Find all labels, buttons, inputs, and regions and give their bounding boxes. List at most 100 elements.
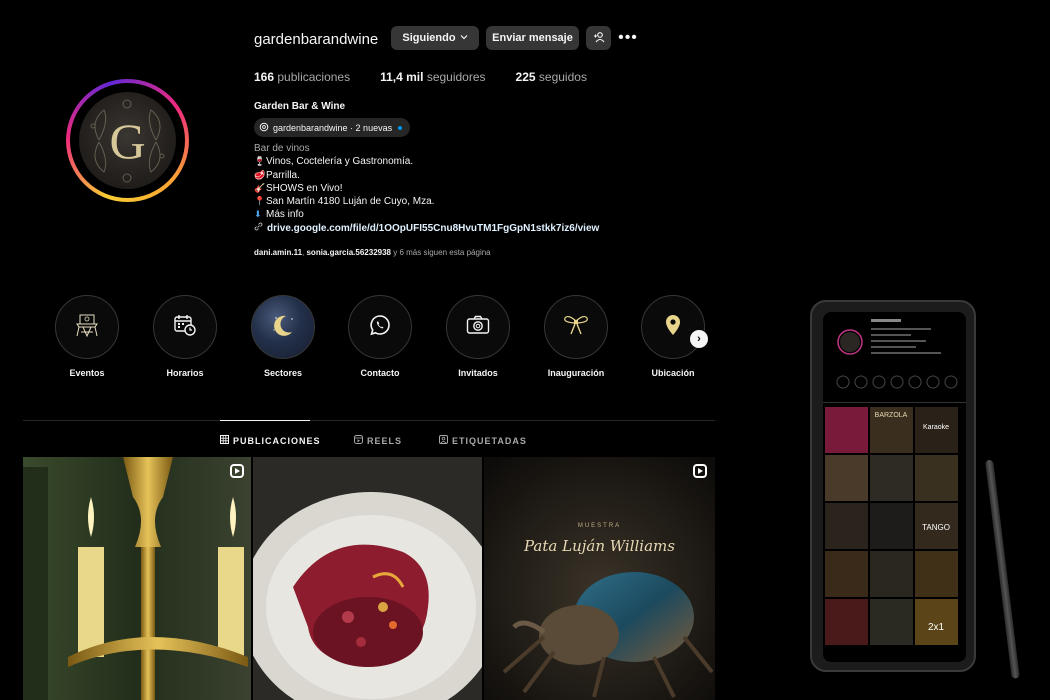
down-arrow-icon: ⬇ xyxy=(254,209,262,220)
highlight-label: Invitados xyxy=(458,368,498,378)
event-ticket-icon xyxy=(73,312,101,343)
suggest-users-button[interactable] xyxy=(586,26,611,50)
post-title: Pata Luján Williams xyxy=(524,537,675,555)
bio-line-text: San Martín 4180 Luján de Cuyo, Mza. xyxy=(266,196,435,208)
profile-username: gardenbarandwine xyxy=(254,31,379,48)
mutual-follower[interactable]: sonia.garcia.56232938 xyxy=(306,248,391,257)
highlight-cover xyxy=(544,295,608,359)
reels-icon xyxy=(354,435,363,446)
svg-text:Karaoke: Karaoke xyxy=(923,424,949,431)
highlight-label: Contacto xyxy=(360,368,400,378)
more-options-icon[interactable]: ••• xyxy=(618,28,637,48)
highlight-sectores[interactable]: Sectores xyxy=(250,295,316,378)
bio-line: 🥩Parrilla. xyxy=(254,169,434,182)
phone-screen: BARZOLA Karaoke TANGO 2x1 xyxy=(823,312,966,662)
bio-line-text: Parrilla. xyxy=(266,169,300,181)
tab-posts[interactable]: PUBLICACIONES xyxy=(220,435,321,446)
profile-full-name: Garden Bar & Wine xyxy=(254,101,346,112)
moon-icon xyxy=(268,310,298,345)
tab-reels[interactable]: REELS xyxy=(354,435,402,446)
tagged-user-icon xyxy=(439,435,448,446)
highlight-cover xyxy=(55,295,119,359)
posts-stat[interactable]: 166 publicaciones xyxy=(254,70,350,84)
threads-badge-label: gardenbarandwine · 2 nuevas xyxy=(273,122,393,133)
whatsapp-icon xyxy=(369,314,391,341)
highlight-invitados[interactable]: Invitados xyxy=(445,295,511,378)
calendar-clock-icon xyxy=(173,313,197,342)
active-tab-indicator xyxy=(220,420,310,421)
highlight-inauguracion[interactable]: Inauguración xyxy=(543,295,609,378)
svg-text:2x1: 2x1 xyxy=(928,622,945,633)
chevron-down-icon xyxy=(460,32,468,44)
following-count: 225 xyxy=(515,70,536,84)
camera-icon xyxy=(466,315,490,340)
posts-count: 166 xyxy=(254,70,275,84)
phone-mockup: BARZOLA Karaoke TANGO 2x1 xyxy=(810,300,976,672)
bio-line: 🍷Vinos, Coctelería y Gastronomía. xyxy=(254,155,434,168)
tabs-divider xyxy=(23,420,715,421)
highlight-label: Ubicación xyxy=(651,368,695,378)
chevron-right-icon[interactable]: › xyxy=(690,330,708,348)
profile-stats: 166 publicaciones 11,4 mil seguidores 22… xyxy=(254,70,617,84)
tab-posts-label: PUBLICACIONES xyxy=(233,435,321,446)
followers-stat[interactable]: 11,4 mil seguidores xyxy=(380,70,485,84)
avatar-logo-letter: G xyxy=(109,112,146,169)
candelabra-photo xyxy=(23,457,251,700)
stylus-pen xyxy=(985,459,1020,679)
bio-link-text: drive.google.com/file/d/1OOpUFI55Cnu8Hvu… xyxy=(267,222,600,234)
following-button-label: Siguiendo xyxy=(402,32,456,44)
phone-screen-preview: BARZOLA Karaoke TANGO 2x1 xyxy=(823,319,966,645)
highlight-label: Eventos xyxy=(69,368,105,378)
bio-line-text: Más info xyxy=(266,209,304,221)
bio-link[interactable]: drive.google.com/file/d/1OOpUFI55Cnu8Hvu… xyxy=(254,222,599,234)
dish-photo xyxy=(253,457,482,700)
highlight-cover xyxy=(153,295,217,359)
guitar-icon: 🎸 xyxy=(254,182,266,193)
threads-icon xyxy=(259,122,269,134)
highlight-contacto[interactable]: Contacto xyxy=(347,295,413,378)
svg-text:TANGO: TANGO xyxy=(922,523,950,532)
new-indicator-dot xyxy=(398,125,403,130)
bio-line-text: Vinos, Coctelería y Gastronomía. xyxy=(266,156,414,168)
add-user-icon xyxy=(593,31,605,46)
highlight-label: Sectores xyxy=(263,368,303,378)
highlight-horarios[interactable]: Horarios xyxy=(152,295,218,378)
post-thumbnail[interactable] xyxy=(23,457,251,700)
tab-reels-label: REELS xyxy=(367,435,403,446)
threads-badge[interactable]: gardenbarandwine · 2 nuevas xyxy=(254,118,411,137)
followers-label: seguidores xyxy=(426,70,486,84)
wine-glass-icon: 🍷 xyxy=(254,156,266,167)
bio-category: Bar de vinos xyxy=(254,143,310,154)
location-pin-icon xyxy=(665,314,681,341)
pushpin-icon: 📍 xyxy=(254,196,266,207)
following-button[interactable]: Siguiendo xyxy=(391,26,479,50)
following-stat[interactable]: 225 seguidos xyxy=(516,70,587,84)
highlight-label: Horarios xyxy=(166,368,204,378)
ribbon-icon xyxy=(562,314,590,341)
bio-line: ⬇ Más info xyxy=(254,208,434,221)
tab-tagged[interactable]: ETIQUETADAS xyxy=(439,435,527,446)
highlight-eventos[interactable]: Eventos xyxy=(54,295,120,378)
avatar[interactable]: G xyxy=(79,92,176,189)
highlight-label: Inauguración xyxy=(547,368,605,378)
tab-tagged-label: ETIQUETADAS xyxy=(452,435,527,446)
highlight-cover xyxy=(348,295,412,359)
bio-line-text: SHOWS en Vivo! xyxy=(266,182,343,194)
send-message-button[interactable]: Enviar mensaje xyxy=(486,26,579,50)
mutual-follower[interactable]: dani.amin.11 xyxy=(254,248,302,257)
post-thumbnail[interactable]: MUESTRA Pata Luján Williams xyxy=(484,457,715,700)
reel-icon xyxy=(230,464,244,478)
beetle-sculpture-photo xyxy=(484,457,715,700)
highlight-cover xyxy=(641,295,705,359)
posts-label: publicaciones xyxy=(277,70,351,84)
bio-line: 📍San Martín 4180 Luján de Cuyo, Mza. xyxy=(254,195,434,208)
post-thumbnail[interactable] xyxy=(253,457,482,700)
story-ring[interactable]: G xyxy=(66,79,189,202)
followed-by-note[interactable]: dani.amin.11, sonia.garcia.56232938 y 6 … xyxy=(254,248,491,257)
following-label: seguidos xyxy=(538,70,587,84)
post-overline: MUESTRA xyxy=(577,523,622,529)
profile-bio: Bar de vinos 🍷Vinos, Coctelería y Gastro… xyxy=(254,142,434,222)
meat-icon: 🥩 xyxy=(254,169,266,180)
bio-line: 🎸SHOWS en Vivo! xyxy=(254,182,434,195)
highlight-cover xyxy=(251,295,315,359)
